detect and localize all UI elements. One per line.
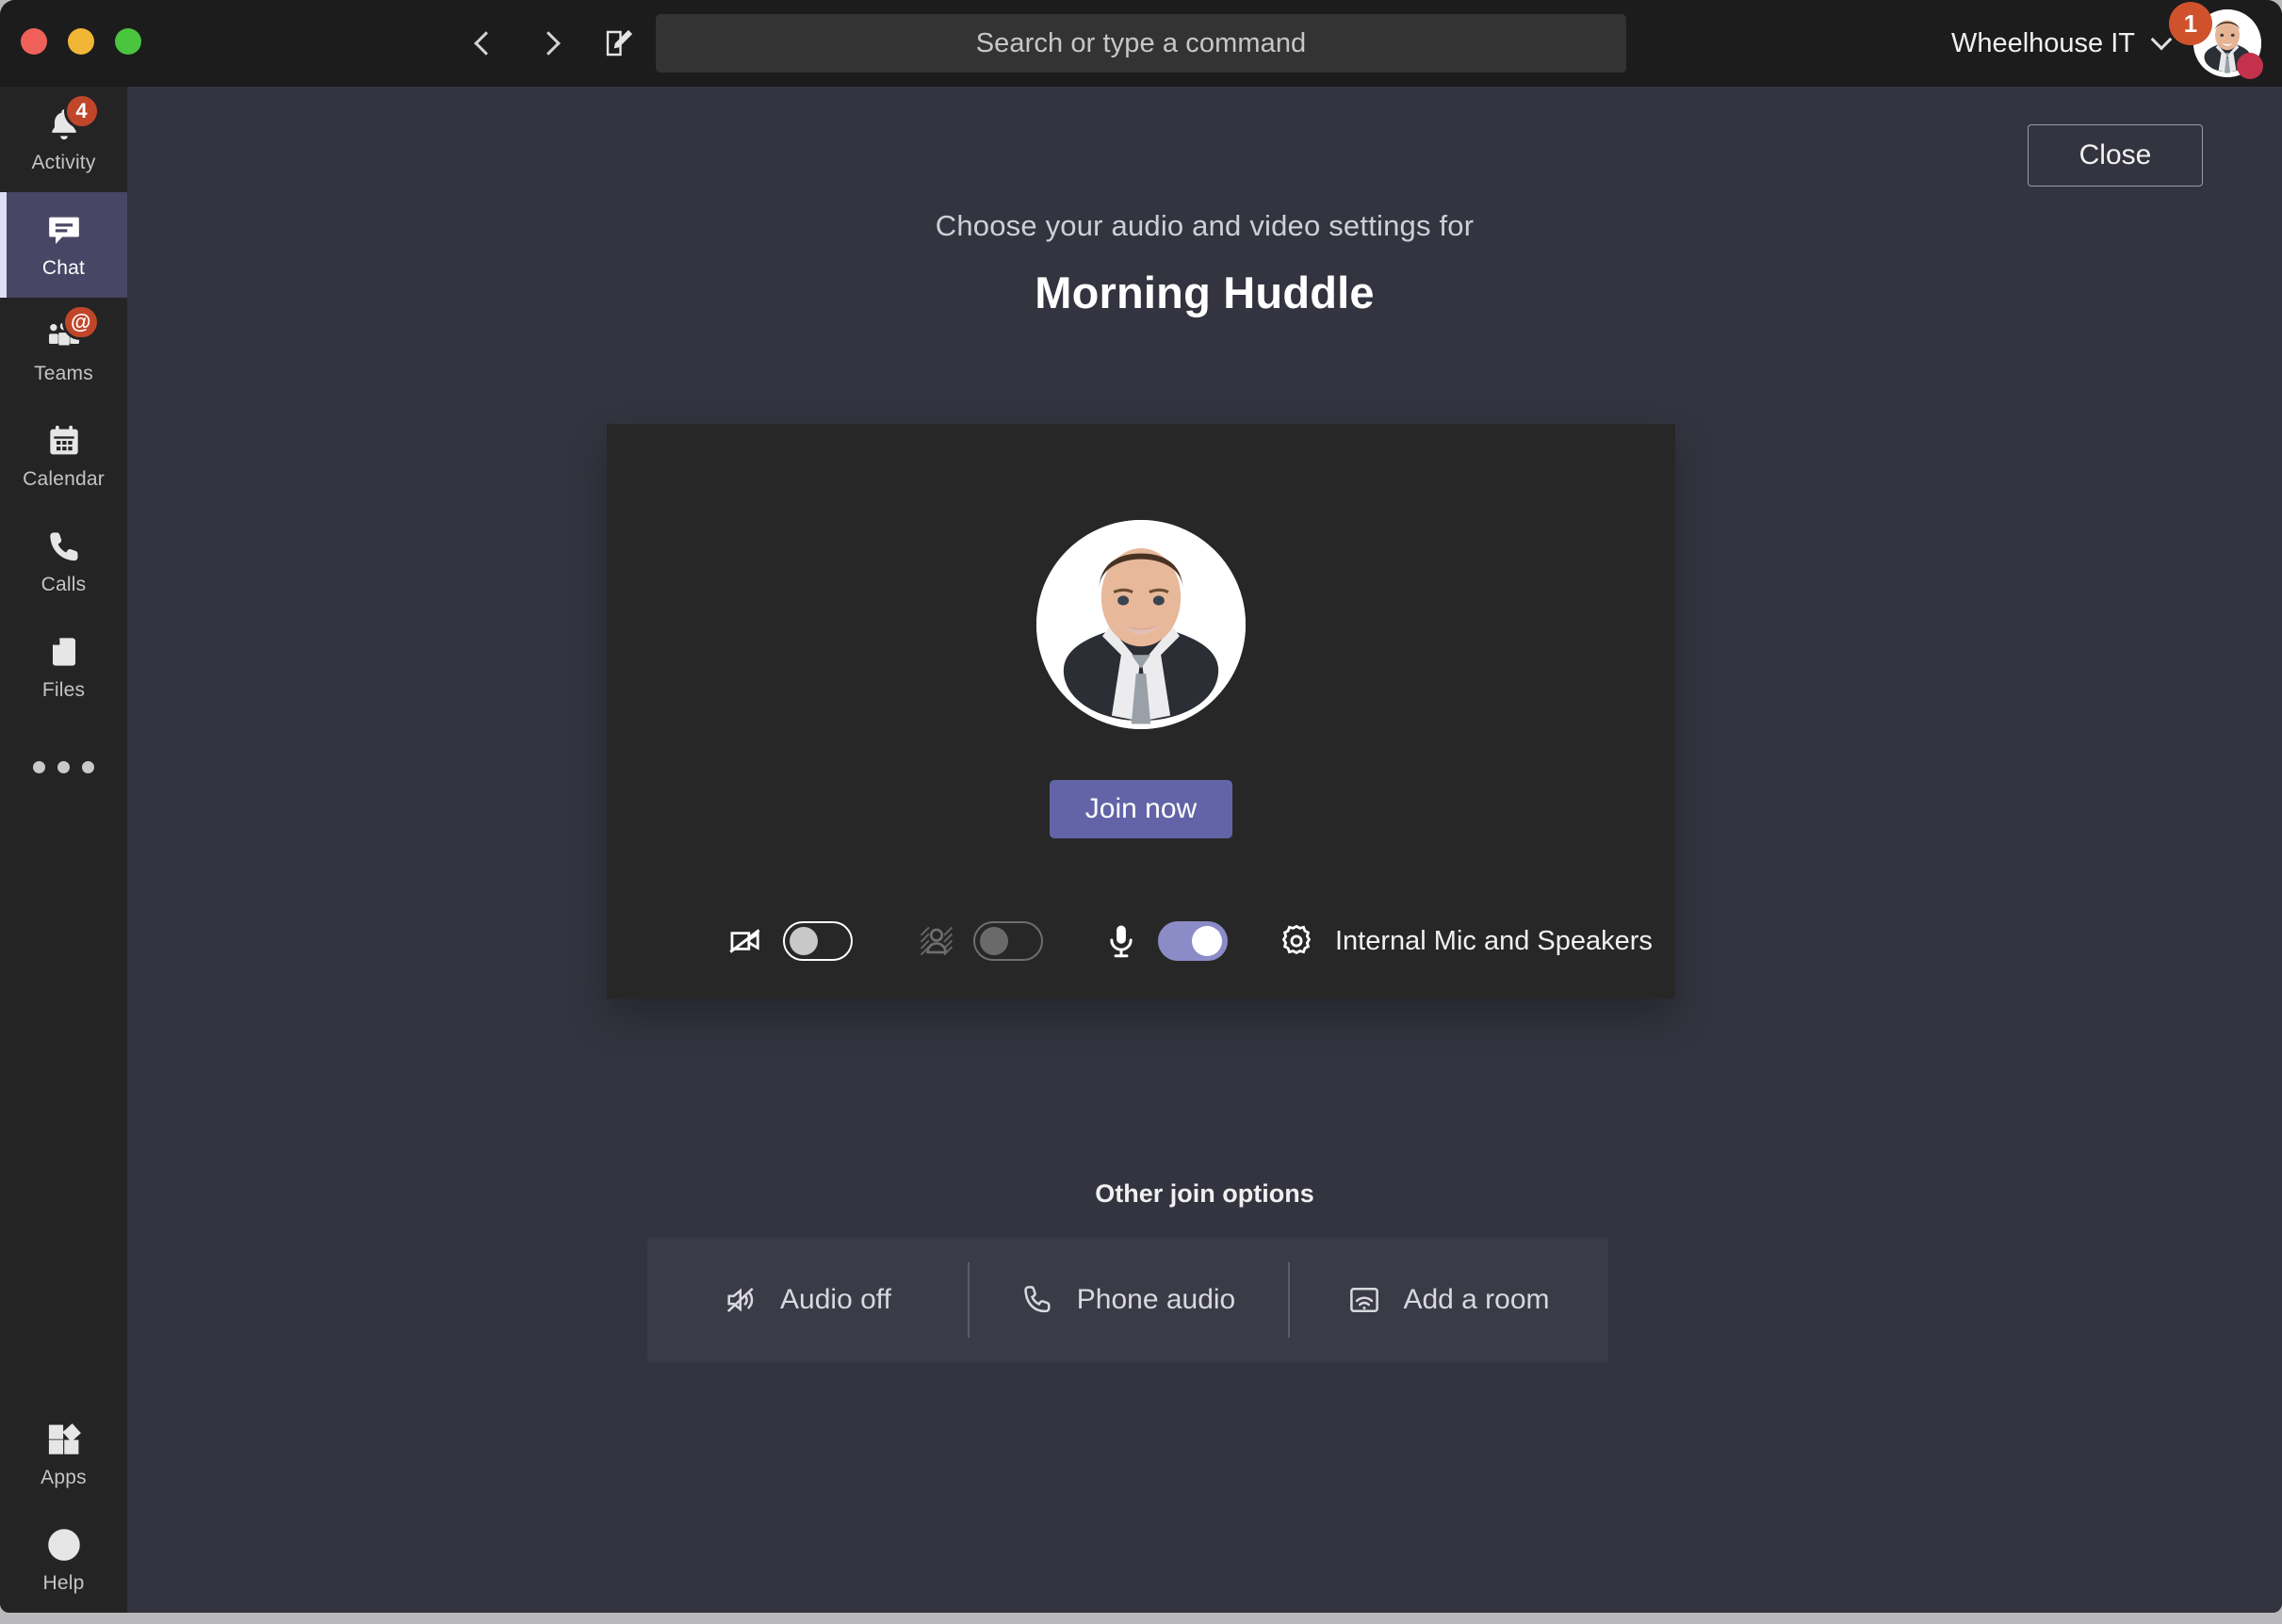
sidebar-item-teams[interactable]: @ Teams: [0, 298, 127, 403]
avatar-portrait-icon: [1036, 520, 1246, 729]
org-name-label: Wheelhouse IT: [1950, 28, 2135, 58]
search-input[interactable]: Search or type a command: [976, 28, 1307, 59]
phone-icon: [1024, 1286, 1051, 1313]
forward-button[interactable]: [530, 21, 573, 66]
sidebar-item-help[interactable]: Help: [0, 1507, 127, 1613]
teams-mention-badge: @: [62, 304, 100, 340]
other-join-options-title: Other join options: [1095, 1179, 1314, 1208]
sidebar-item-files[interactable]: Files: [0, 614, 127, 720]
chat-icon: [43, 210, 85, 250]
file-icon: [43, 632, 85, 672]
window-minimize-button[interactable]: [68, 28, 94, 55]
ellipsis-icon[interactable]: [0, 720, 127, 814]
search-bar[interactable]: Search or type a command: [656, 14, 1626, 73]
teams-icon: @: [43, 304, 100, 355]
microphone-toggle[interactable]: [1158, 921, 1228, 961]
sidebar-item-label: Teams: [34, 363, 93, 384]
device-settings-label: Internal Mic and Speakers: [1335, 925, 1653, 956]
join-now-button[interactable]: Join now: [1050, 780, 1232, 838]
toggle-knob: [980, 927, 1008, 955]
window-maximize-button[interactable]: [115, 28, 141, 55]
activity-badge: 4: [63, 93, 100, 129]
sidebar-item-label: Calls: [41, 574, 87, 595]
join-option-label: Audio off: [780, 1284, 891, 1315]
sidebar-item-label: Apps: [41, 1467, 87, 1488]
sidebar-item-calls[interactable]: Calls: [0, 509, 127, 614]
background-blur-control: [915, 919, 1043, 963]
apps-icon: [43, 1420, 85, 1459]
rail-bottom-group: Apps Help: [0, 1402, 127, 1613]
chevron-down-icon[interactable]: [2150, 28, 2173, 51]
navigation-cluster: [462, 21, 641, 66]
prejoin-heading: Choose your audio and video settings for…: [127, 209, 2282, 318]
presence-status-indicator: [2237, 53, 2263, 79]
join-option-label: Phone audio: [1076, 1284, 1236, 1315]
sidebar-item-label: Files: [41, 679, 86, 701]
speaker-muted-icon: [726, 1288, 754, 1312]
window-bottom-edge: [0, 1613, 2282, 1624]
chevron-left-icon: [474, 31, 498, 56]
title-bar: Search or type a command Wheelhouse IT 1: [0, 0, 2282, 87]
bell-icon: 4: [43, 93, 100, 144]
camera-toggle[interactable]: [783, 921, 853, 961]
sidebar-item-chat[interactable]: Chat: [0, 192, 127, 298]
other-join-options-bar: Audio off Phone audio Add a room: [647, 1238, 1608, 1362]
sidebar-item-activity[interactable]: 4 Activity: [0, 87, 127, 192]
cast-room-icon: [1350, 1288, 1379, 1312]
window-traffic-lights: [21, 28, 141, 55]
sidebar-item-label: Chat: [41, 257, 86, 279]
join-option-add-a-room[interactable]: Add a room: [1288, 1238, 1608, 1362]
sidebar-item-label: Help: [42, 1572, 85, 1594]
compose-icon: [606, 29, 633, 57]
sidebar-item-calendar[interactable]: Calendar: [0, 403, 127, 509]
ellipsis-dot: [82, 760, 94, 773]
prejoin-stage: Close Choose your audio and video settin…: [127, 87, 2282, 1613]
device-controls-bar: Internal Mic and Speakers: [607, 884, 1675, 999]
help-icon: [43, 1525, 85, 1565]
join-option-label: Add a room: [1403, 1284, 1550, 1315]
compose-button[interactable]: [597, 21, 641, 66]
chevron-right-icon: [536, 31, 561, 56]
page-title: Morning Huddle: [1035, 268, 1375, 317]
avatar: [1036, 520, 1246, 729]
microphone-icon: [1100, 919, 1143, 963]
sidebar-item-label: Activity: [31, 152, 96, 173]
calendar-icon: [43, 421, 85, 461]
video-preview-panel: Join now Internal Mic and Speakers: [607, 424, 1675, 999]
notification-badge[interactable]: 1: [2169, 2, 2212, 45]
join-option-phone-audio[interactable]: Phone audio: [968, 1238, 1288, 1362]
microphone-control: [1100, 919, 1228, 963]
teams-app-window: Search or type a command Wheelhouse IT 1: [0, 0, 2282, 1613]
org-switcher[interactable]: Wheelhouse IT 1: [1950, 2, 2263, 79]
camera-control: [725, 919, 853, 963]
ellipsis-dot: [57, 760, 70, 773]
window-close-button[interactable]: [21, 28, 47, 55]
sidebar-item-label: Calendar: [23, 468, 105, 490]
close-button[interactable]: Close: [2028, 124, 2203, 187]
background-blur-toggle[interactable]: [973, 921, 1043, 961]
toggle-knob: [1192, 926, 1222, 956]
toggle-knob: [790, 927, 818, 955]
camera-off-icon: [725, 919, 768, 963]
gear-icon[interactable]: [1275, 919, 1318, 963]
profile-avatar-wrapper[interactable]: 1: [2169, 2, 2263, 79]
device-settings-control[interactable]: Internal Mic and Speakers: [1275, 919, 1653, 963]
prejoin-subtitle: Choose your audio and video settings for: [935, 209, 1475, 242]
back-button[interactable]: [462, 21, 505, 66]
phone-icon: [43, 527, 85, 566]
sidebar-item-apps[interactable]: Apps: [0, 1402, 127, 1507]
ellipsis-dot: [33, 760, 45, 773]
background-blur-icon: [915, 919, 958, 963]
join-option-audio-off[interactable]: Audio off: [647, 1238, 968, 1362]
app-rail: 4 Activity Chat @ Teams Calendar Calls F…: [0, 87, 127, 1613]
